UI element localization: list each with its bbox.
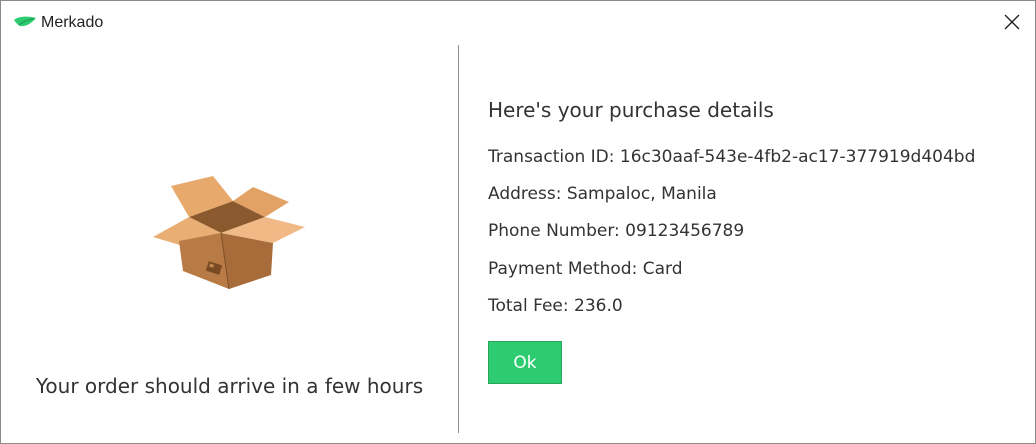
open-cardboard-box-icon [153,176,305,290]
total-fee: Total Fee: 236.0 [488,296,623,316]
window-title: Merkado [41,14,104,31]
details-heading: Here's your purchase details [488,98,774,122]
merkado-leaf-icon [14,16,36,27]
phone-number: Phone Number: 09123456789 [488,221,745,241]
confirmation-panel: Your order should arrive in a few hours [1,45,458,441]
title-bar: Merkado [1,1,1035,45]
arrival-message: Your order should arrive in a few hours [35,374,424,398]
panel-divider [458,45,459,433]
payment-method: Payment Method: Card [488,259,683,279]
purchase-details-window: Merkado Your order should arrive in a fe… [0,0,1036,444]
transaction-id: Transaction ID: 16c30aaf-543e-4fb2-ac17-… [488,147,976,167]
ok-button[interactable]: Ok [488,341,562,384]
purchase-details-panel: Here's your purchase details Transaction… [488,45,1028,441]
address: Address: Sampaloc, Manila [488,184,717,204]
close-button[interactable] [997,7,1027,37]
close-icon [1004,14,1020,30]
